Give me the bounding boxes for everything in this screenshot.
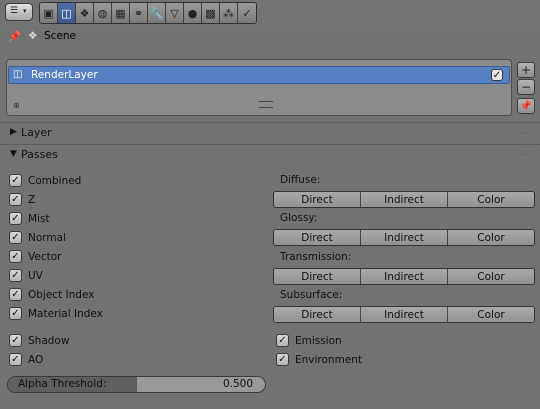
world-tab[interactable]: ◍ <box>94 3 112 23</box>
physics-tab[interactable]: ✓ <box>238 3 256 23</box>
material-index-label: Material Index <box>28 308 103 320</box>
diffuse-direct-button[interactable]: Direct <box>274 192 361 207</box>
constraints-tab[interactable]: ⚭ <box>130 3 148 23</box>
texture-tab[interactable]: ▩ <box>202 3 220 23</box>
layer-panel-header[interactable]: ▶ Layer ∴∴ <box>0 123 540 144</box>
glossy-indirect-button[interactable]: Indirect <box>361 230 448 245</box>
z-label: Z <box>28 194 36 206</box>
object-index-checkbox[interactable]: ✓ <box>9 288 22 301</box>
render-layer-name: RenderLayer <box>31 69 98 81</box>
alpha-threshold-value: 0.500 <box>222 378 253 390</box>
chevron-down-icon: ▾ <box>23 7 27 15</box>
pin-icon[interactable]: 📌 <box>8 30 21 43</box>
context-tabs: ▣ ◫ ❖ ◍ ▦ ⚭ 🔧 ▽ ● ▩ ⁂ ✓ <box>39 2 257 24</box>
editor-type-selector[interactable]: ☰ ▾ <box>5 3 33 21</box>
shadow-checkbox[interactable]: ✓ <box>9 334 22 347</box>
modifiers-tab[interactable]: 🔧 <box>148 3 166 23</box>
vector-checkbox[interactable]: ✓ <box>9 250 22 263</box>
uv-checkbox[interactable]: ✓ <box>9 269 22 282</box>
drag-grip-icon[interactable]: ∴∴ <box>522 127 533 137</box>
subsurface-color-button[interactable]: Color <box>448 307 534 322</box>
list-resize-handle[interactable] <box>259 101 273 108</box>
combined-checkbox[interactable]: ✓ <box>9 174 22 187</box>
vector-label: Vector <box>28 251 62 263</box>
scene-tab[interactable]: ❖ <box>76 3 94 23</box>
filter-options-icon[interactable]: ⊕ <box>13 101 20 110</box>
data-tab[interactable]: ▽ <box>166 3 184 23</box>
pin-icon[interactable]: 📌 <box>517 98 535 114</box>
object-index-label: Object Index <box>28 289 95 301</box>
transmission-indirect-button[interactable]: Indirect <box>361 269 448 284</box>
object-tab[interactable]: ▦ <box>112 3 130 23</box>
diffuse-pass-buttons: Direct Indirect Color <box>273 191 535 208</box>
breadcrumb: Scene <box>44 30 77 42</box>
normal-label: Normal <box>28 232 66 244</box>
transmission-label: Transmission: <box>280 251 352 263</box>
collapsed-arrow-icon: ▶ <box>10 127 17 137</box>
combined-label: Combined <box>28 175 82 187</box>
drag-grip-icon[interactable]: ∴∴ <box>522 149 533 159</box>
diffuse-indirect-button[interactable]: Indirect <box>361 192 448 207</box>
environment-checkbox[interactable]: ✓ <box>276 353 289 366</box>
alpha-threshold-slider[interactable]: Alpha Threshold: 0.500 <box>7 376 266 393</box>
render-layer-enable-checkbox[interactable]: ✓ <box>491 69 503 81</box>
subsurface-direct-button[interactable]: Direct <box>274 307 361 322</box>
emission-checkbox[interactable]: ✓ <box>276 334 289 347</box>
remove-render-layer-button[interactable]: − <box>517 79 535 95</box>
render-layer-icon: ◫ <box>13 69 23 80</box>
expanded-arrow-icon: ▼ <box>10 149 17 159</box>
render-layers-tab[interactable]: ◫ <box>58 3 76 23</box>
glossy-label: Glossy: <box>280 212 318 224</box>
diffuse-label: Diffuse: <box>280 174 321 186</box>
list-item[interactable]: ◫ RenderLayer ✓ <box>8 66 510 84</box>
transmission-color-button[interactable]: Color <box>448 269 534 284</box>
glossy-pass-buttons: Direct Indirect Color <box>273 229 535 246</box>
mist-checkbox[interactable]: ✓ <box>9 212 22 225</box>
shadow-label: Shadow <box>28 335 70 347</box>
normal-checkbox[interactable]: ✓ <box>9 231 22 244</box>
subsurface-indirect-button[interactable]: Indirect <box>361 307 448 322</box>
scene-icon: ❖ <box>28 30 38 42</box>
material-tab[interactable]: ● <box>184 3 202 23</box>
glossy-color-button[interactable]: Color <box>448 230 534 245</box>
transmission-pass-buttons: Direct Indirect Color <box>273 268 535 285</box>
material-index-checkbox[interactable]: ✓ <box>9 307 22 320</box>
subsurface-pass-buttons: Direct Indirect Color <box>273 306 535 323</box>
z-checkbox[interactable]: ✓ <box>9 193 22 206</box>
mist-label: Mist <box>28 213 50 225</box>
passes-panel-header[interactable]: ▼ Passes ∴∴ <box>0 145 540 166</box>
alpha-threshold-label: Alpha Threshold: <box>18 378 107 390</box>
transmission-direct-button[interactable]: Direct <box>274 269 361 284</box>
particles-tab[interactable]: ⁂ <box>220 3 238 23</box>
ao-checkbox[interactable]: ✓ <box>9 353 22 366</box>
glossy-direct-button[interactable]: Direct <box>274 230 361 245</box>
properties-header: ☰ ▾ ▣ ◫ ❖ ◍ ▦ ⚭ 🔧 ▽ ● ▩ ⁂ ✓ <box>0 0 540 26</box>
uv-label: UV <box>28 270 43 282</box>
subsurface-label: Subsurface: <box>280 289 343 301</box>
emission-label: Emission <box>295 335 342 347</box>
render-tab[interactable]: ▣ <box>40 3 58 23</box>
add-render-layer-button[interactable]: + <box>517 62 535 78</box>
environment-label: Environment <box>295 354 363 366</box>
diffuse-color-button[interactable]: Color <box>448 192 534 207</box>
editor-type-icon: ☰ <box>10 6 19 16</box>
ao-label: AO <box>28 354 44 366</box>
